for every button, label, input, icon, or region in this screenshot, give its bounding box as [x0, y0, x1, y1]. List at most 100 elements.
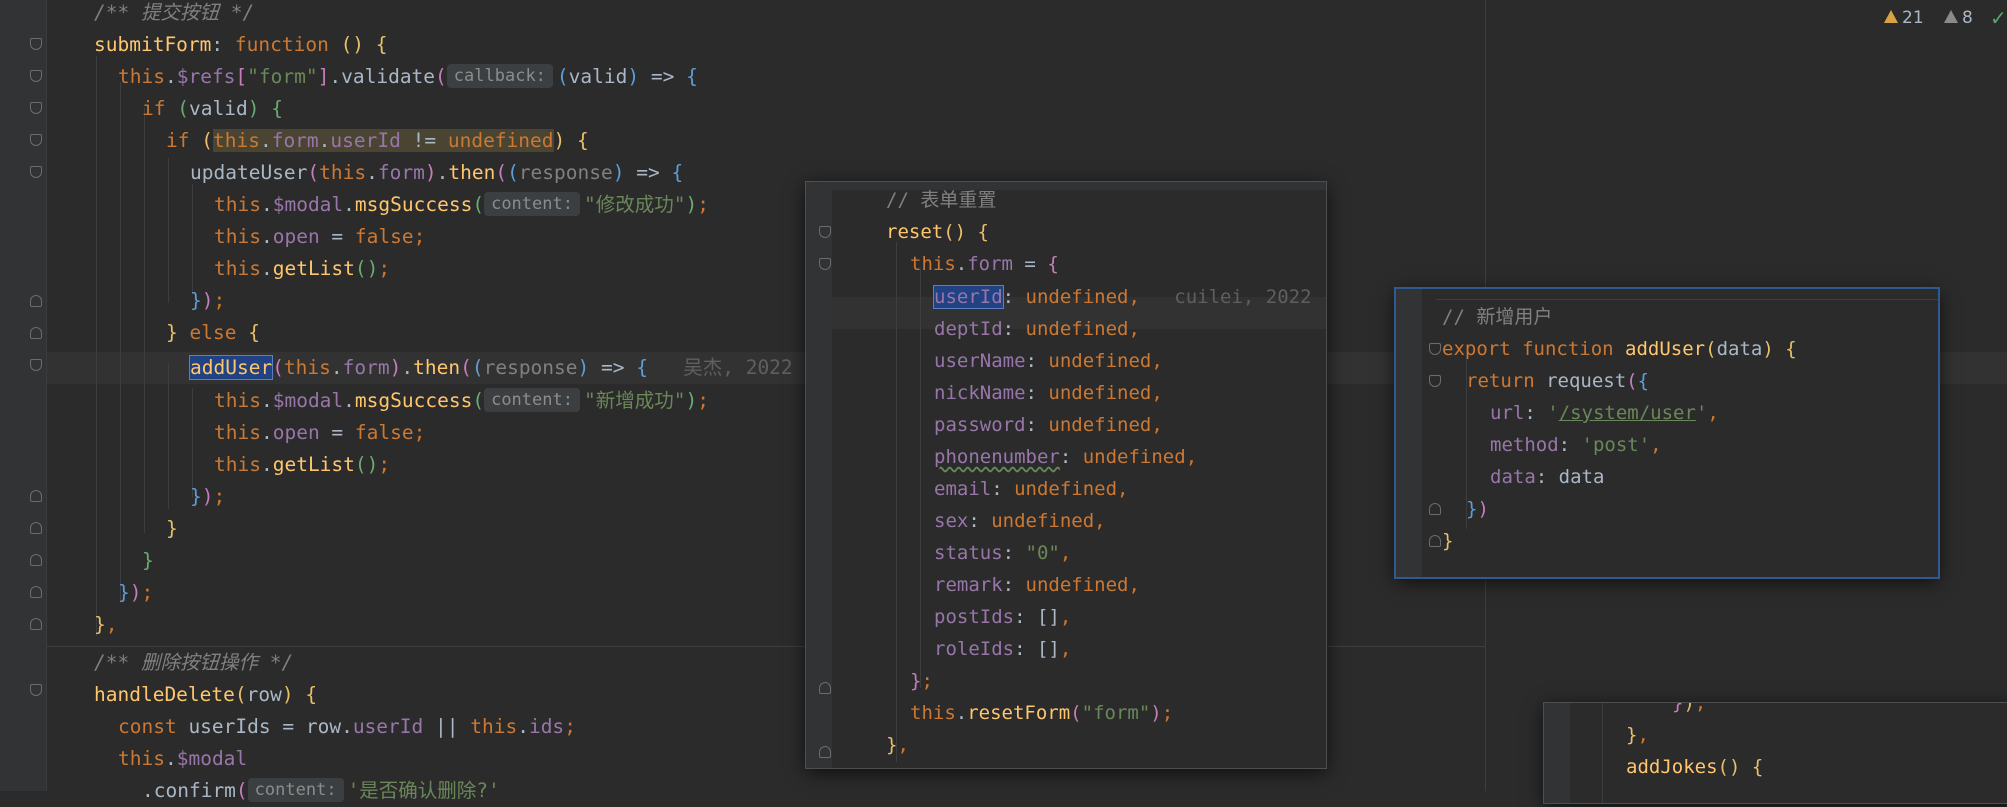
- comment-submit: /** 提交按钮 */: [94, 1, 255, 24]
- field-name: postIds: [934, 606, 1015, 628]
- code-line: this.$refs["form"].validate(callback: (va…: [118, 63, 698, 88]
- inline-definition-popup-reset[interactable]: // 表单重置 reset() { this.form = { userId: …: [806, 182, 1326, 768]
- field-value: undefined: [1082, 446, 1186, 468]
- field-name: email: [934, 478, 992, 500]
- code-line: });: [118, 581, 154, 604]
- field-name: nickName: [934, 382, 1026, 404]
- fold-marker[interactable]: [819, 226, 831, 238]
- fold-marker[interactable]: [30, 70, 42, 82]
- code-line: if (valid) {: [142, 97, 283, 120]
- adduser-param: data: [1716, 338, 1763, 360]
- field-name[interactable]: userId: [933, 285, 1004, 309]
- fold-marker[interactable]: [1429, 343, 1441, 355]
- indent-guide: [168, 364, 169, 509]
- param-hint: content:: [247, 777, 344, 802]
- param-hint: content:: [484, 191, 580, 216]
- field-value: "0": [1025, 542, 1060, 564]
- code-line: this.open = false;: [214, 421, 426, 444]
- field-name: password: [934, 414, 1026, 436]
- fold-marker[interactable]: [30, 522, 42, 534]
- add-jokes-fn: addJokes: [1626, 756, 1718, 778]
- field-value: undefined: [1025, 286, 1129, 308]
- code-line: updateUser(this.form).then((response) =>…: [190, 161, 684, 184]
- msg-add: "新增成功": [583, 389, 686, 412]
- field-value: undefined: [1048, 414, 1152, 436]
- form-field-row: postIds: [],: [934, 606, 1072, 628]
- code-line: handleDelete(row) {: [94, 683, 318, 706]
- indent-guide: [168, 158, 169, 303]
- code-line: /** 提交按钮 */: [94, 0, 254, 29]
- fold-marker[interactable]: [30, 618, 42, 630]
- code-line: this.open = false;: [214, 225, 426, 248]
- fold-marker[interactable]: [1429, 375, 1441, 387]
- fold-marker[interactable]: [30, 295, 42, 307]
- code-line: submitForm: function () {: [94, 33, 388, 56]
- fold-marker[interactable]: [30, 586, 42, 598]
- field-value: undefined: [1014, 478, 1118, 500]
- fold-marker[interactable]: [30, 359, 42, 371]
- git-blame-annotation: 吴杰, 2022: [683, 356, 793, 379]
- field-value: undefined: [1025, 574, 1129, 596]
- field-name: userName: [934, 350, 1026, 372]
- form-field-row: deptId: undefined,: [934, 318, 1140, 340]
- fold-marker[interactable]: [30, 684, 42, 696]
- gutter-border: [46, 0, 47, 791]
- code-line: },: [94, 613, 118, 636]
- adduser-comment: // 新增用户: [1442, 306, 1553, 328]
- fold-marker[interactable]: [30, 554, 42, 566]
- inline-definition-popup-jokes[interactable]: }); }, addJokes() {: [1544, 703, 2007, 803]
- submit-form-name: submitForm: [94, 33, 212, 56]
- weak-warning-count: 8: [1962, 8, 1973, 28]
- reset-fn-name: reset: [886, 221, 944, 243]
- adduser-data-val: data: [1558, 466, 1605, 488]
- code-line: this.$modal.msgSuccess(content: "修改成功");: [214, 191, 709, 216]
- inline-definition-popup-adduser[interactable]: // 新增用户 export function addUser(data) { …: [1396, 289, 1938, 577]
- fold-marker[interactable]: [819, 682, 831, 694]
- indent-guide: [96, 56, 97, 636]
- form-field-row: userName: undefined,: [934, 350, 1163, 372]
- fold-marker[interactable]: [819, 258, 831, 270]
- fold-marker[interactable]: [1429, 535, 1441, 547]
- code-line: });: [190, 485, 226, 508]
- form-field-row: roleIds: [],: [934, 638, 1072, 660]
- form-field-row: remark: undefined,: [934, 574, 1140, 596]
- string-form: "form": [247, 65, 318, 88]
- form-field-row: userId: undefined, cuilei, 2022: [933, 285, 1312, 309]
- reset-form-arg: "form": [1081, 702, 1151, 724]
- fold-marker[interactable]: [30, 102, 42, 114]
- field-name: sex: [934, 510, 969, 532]
- popup-gutter: [1396, 289, 1422, 577]
- fold-marker[interactable]: [30, 327, 42, 339]
- weak-warning-icon: [1944, 9, 1958, 23]
- fold-marker[interactable]: [819, 746, 831, 758]
- field-name: remark: [934, 574, 1003, 596]
- reset-comment: // 表单重置: [886, 189, 997, 211]
- popup-gutter: [806, 182, 832, 768]
- fold-marker[interactable]: [1429, 503, 1441, 515]
- weak-warnings-indicator[interactable]: 8: [1944, 6, 1973, 30]
- code-line: }: [166, 517, 178, 540]
- indent-guide: [192, 184, 193, 294]
- adduser-data-key: data: [1490, 466, 1536, 488]
- fold-marker[interactable]: [30, 490, 42, 502]
- comment-delete: /** 删除按钮操作 */: [94, 651, 294, 674]
- editor-gutter: [0, 0, 46, 791]
- handle-delete-name: handleDelete: [94, 683, 235, 706]
- warnings-indicator[interactable]: 21: [1884, 6, 1924, 30]
- form-field-row: phonenumber: undefined,: [934, 446, 1198, 468]
- form-field-row: status: "0",: [934, 542, 1072, 564]
- field-name: roleIds: [934, 638, 1015, 660]
- indent-guide: [144, 108, 145, 533]
- adduser-url[interactable]: /system/user: [1559, 402, 1696, 424]
- field-name: status: [934, 542, 1003, 564]
- fold-marker[interactable]: [30, 134, 42, 146]
- fold-marker[interactable]: [30, 38, 42, 50]
- msg-update: "修改成功": [583, 193, 686, 216]
- code-line: } else {: [166, 321, 260, 344]
- field-value: []: [1036, 638, 1060, 660]
- warning-icon: [1884, 9, 1898, 23]
- fold-marker[interactable]: [30, 166, 42, 178]
- param-hint: content:: [484, 387, 580, 412]
- add-user-call[interactable]: addUser: [188, 355, 274, 380]
- code-line: /** 删除按钮操作 */: [94, 647, 293, 679]
